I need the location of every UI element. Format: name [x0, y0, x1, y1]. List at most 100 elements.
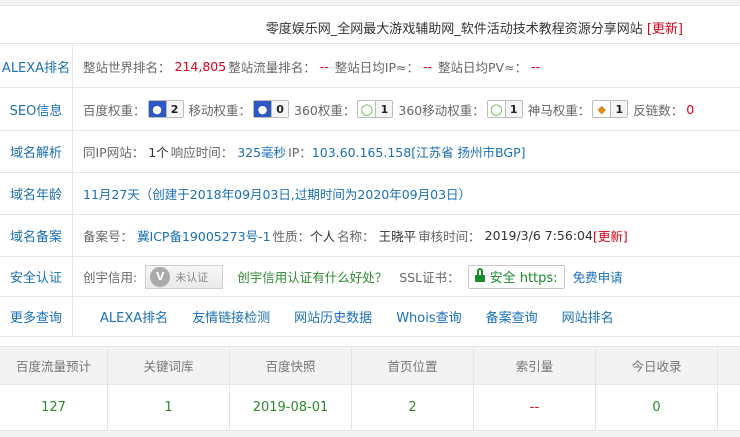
paw-icon: ●	[254, 101, 272, 117]
icp-audit-label: 审核时间：	[418, 229, 481, 244]
link-alexa-rank[interactable]: ALEXA排名	[100, 307, 168, 326]
icp-name-label: 名称：	[337, 229, 375, 244]
icp-row: 域名备案 备案号： 冀ICP备19005273号-1 性质： 个人 名称： 王晓…	[0, 215, 740, 257]
alexa-row: ALEXA排名 整站世界排名： 214,805 整站流量排名： -- 整站日均I…	[0, 45, 740, 88]
360-icon: ◯	[490, 102, 503, 116]
credit-benefit-link[interactable]: 创宇信用认证有什么好处？	[237, 267, 387, 286]
alexa-label: ALEXA排名	[0, 45, 73, 87]
domain-age-row: 域名年龄 11月27天（创建于2018年09月03日,过期时间为2020年09月…	[0, 173, 740, 215]
traffic-rank-value: --	[319, 58, 329, 74]
baidu-weight-value: 2	[165, 101, 183, 117]
unverified-badge[interactable]: V 未认证	[145, 264, 224, 289]
mobile-weight-label: 移动权重：	[188, 102, 252, 118]
ip-value[interactable]: 103.60.165.158[江苏省 扬州市BGP]	[312, 142, 526, 161]
baidu-weight-badge[interactable]: ● 2	[147, 100, 184, 118]
icp-name-value: 王晓平	[378, 229, 417, 244]
world-rank-value: 214,805	[174, 58, 227, 74]
lock-icon	[474, 267, 485, 282]
stats-header-cell: 今日收录	[596, 347, 718, 384]
same-ip-label: 同IP网站：	[83, 145, 145, 160]
ssl-badge-text: 安全 https:	[489, 271, 558, 286]
360-mobile-weight-label: 360移动权重：	[398, 102, 485, 118]
stats-value-home-position[interactable]: 2	[352, 385, 474, 430]
link-whois[interactable]: Whois查询	[396, 307, 461, 326]
domain-age-label: 域名年龄	[0, 173, 73, 214]
shenma-weight-badge[interactable]: ◆ 1	[592, 100, 629, 118]
stats-value-keywords[interactable]: 1	[108, 385, 230, 430]
stats-header-cell: 关键词库	[108, 347, 230, 384]
stats-header-cell: 索引量	[474, 347, 596, 384]
ssl-badge[interactable]: 安全 https:	[467, 264, 565, 289]
icp-nature-value: 个人	[310, 229, 336, 244]
security-content: 创宇信用: V 未认证 创宇信用认证有什么好处？ SSL证书： 安全 https…	[83, 257, 623, 296]
link-site-history[interactable]: 网站历史数据	[294, 307, 372, 326]
360-weight-badge[interactable]: ◯ 1	[357, 100, 394, 118]
more-query-label: 更多查询	[0, 297, 73, 336]
shenma-weight-value: 1	[610, 101, 628, 117]
ssl-apply-link[interactable]: 免费申请	[573, 267, 623, 286]
shenma-icon: ◆	[597, 102, 606, 116]
domain-age-value: 11月27天（创建于2018年09月03日,过期时间为2020年09月03日）	[83, 187, 472, 202]
dns-label: 域名解析	[0, 131, 73, 172]
icp-update-link[interactable]: [更新]	[593, 226, 628, 245]
dns-content: 同IP网站： 1个 响应时间： 325毫秒 IP： 103.60.165.158…	[83, 131, 526, 172]
stats-header-cell: 百度流量预计	[0, 347, 108, 384]
stats-value-today-indexed[interactable]: 0	[596, 385, 718, 430]
bottom-strip	[0, 431, 740, 437]
link-icp-query[interactable]: 备案查询	[486, 307, 538, 326]
mobile-weight-value: 0	[271, 101, 289, 117]
360-mobile-weight-value: 1	[504, 101, 522, 117]
baidu-weight-label: 百度权重：	[83, 102, 146, 118]
stats-value-baidu-traffic[interactable]: 127	[0, 385, 108, 430]
paw-icon: ●	[148, 101, 166, 117]
traffic-rank-label: 整站流量排名：	[228, 59, 316, 75]
site-title: 零度娱乐网_全网最大游戏辅助网_软件活动技术教程资源分享网站	[265, 22, 643, 37]
ip-label: IP：	[288, 145, 312, 160]
seo-row: SEO信息 百度权重： ● 2 移动权重： ● 0 360权重： ◯ 1 360…	[0, 88, 740, 131]
link-friend-links[interactable]: 友情链接检测	[192, 307, 270, 326]
daily-pv-value: --	[531, 58, 541, 74]
security-label: 安全认证	[0, 257, 73, 296]
stats-table: 百度流量预计 关键词库 百度快照 首页位置 索引量 今日收录 127 1 201…	[0, 346, 740, 431]
response-time-label: 响应时间：	[170, 145, 234, 160]
security-row: 安全认证 创宇信用: V 未认证 创宇信用认证有什么好处？ SSL证书： 安全 …	[0, 257, 740, 297]
site-title-update-link[interactable]: [更新]	[647, 22, 683, 37]
unverified-text: 未认证	[175, 270, 209, 284]
seo-label: SEO信息	[0, 88, 73, 130]
360-weight-value: 1	[375, 101, 393, 117]
response-time-value: 325毫秒	[237, 145, 287, 160]
same-ip-value[interactable]: 1个	[148, 142, 168, 161]
more-query-links: ALEXA排名 友情链接检测 网站历史数据 Whois查询 备案查询 网站排名	[100, 297, 638, 336]
daily-ip-value: --	[422, 58, 432, 74]
stats-header-row: 百度流量预计 关键词库 百度快照 首页位置 索引量 今日收录	[0, 347, 740, 385]
mobile-weight-badge[interactable]: ● 0	[253, 100, 290, 118]
seo-content: 百度权重： ● 2 移动权重： ● 0 360权重： ◯ 1 360移动权重： …	[83, 88, 694, 130]
stats-header-cell: 首页位置	[352, 347, 474, 384]
icp-number-label: 备案号：	[83, 229, 134, 244]
backlinks-value[interactable]: 0	[686, 102, 694, 117]
stats-header-cell: 百度快照	[230, 347, 352, 384]
shenma-weight-label: 神马权重：	[527, 102, 591, 118]
stats-value-snapshot[interactable]: 2019-08-01	[230, 385, 352, 430]
credit-label: 创宇信用:	[83, 270, 138, 285]
ssl-label: SSL证书：	[399, 270, 460, 285]
daily-pv-label: 整站日均PV≈：	[438, 59, 528, 75]
icp-nature-label: 性质：	[272, 229, 311, 244]
icp-content: 备案号： 冀ICP备19005273号-1 性质： 个人 名称： 王晓平 审核时…	[83, 215, 628, 256]
dns-row: 域名解析 同IP网站： 1个 响应时间： 325毫秒 IP： 103.60.16…	[0, 131, 740, 173]
360-icon: ◯	[360, 102, 374, 116]
site-title-bar: 零度娱乐网_全网最大游戏辅助网_软件活动技术教程资源分享网站 [更新]	[0, 6, 740, 44]
more-query-row: 更多查询 ALEXA排名 友情链接检测 网站历史数据 Whois查询 备案查询 …	[0, 297, 740, 337]
backlinks-label: 反链数：	[633, 102, 684, 118]
daily-ip-label: 整站日均IP≈：	[334, 59, 419, 75]
link-site-rank[interactable]: 网站排名	[562, 307, 614, 326]
world-rank-label: 整站世界排名：	[83, 59, 171, 75]
icp-label: 域名备案	[0, 215, 73, 256]
360-mobile-weight-badge[interactable]: ◯ 1	[486, 100, 523, 118]
icp-audit-value: 2019/3/6 7:56:04	[484, 228, 593, 243]
icp-number-value[interactable]: 冀ICP备19005273号-1	[137, 226, 271, 245]
domain-age-content: 11月27天（创建于2018年09月03日,过期时间为2020年09月03日）	[83, 173, 471, 214]
stats-value-row: 127 1 2019-08-01 2 -- 0	[0, 385, 740, 431]
alexa-content: 整站世界排名： 214,805 整站流量排名： -- 整站日均IP≈： -- 整…	[83, 45, 540, 87]
stats-value-index[interactable]: --	[474, 385, 596, 430]
